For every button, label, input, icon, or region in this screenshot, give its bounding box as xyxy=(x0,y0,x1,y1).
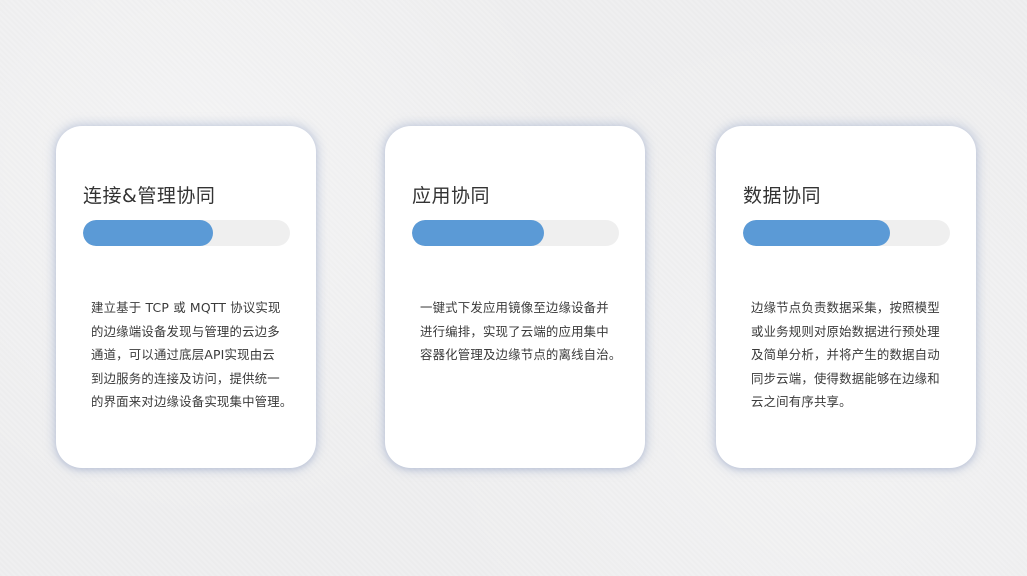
card-description: 建立基于 TCP 或 MQTT 协议实现 的边缘端设备发现与管理的云边多 通道，… xyxy=(91,296,296,414)
card-application: 应用协同 一键式下发应用镜像至边缘设备并 进行编排，实现了云端的应用集中 容器化… xyxy=(385,126,645,468)
progress-bar xyxy=(743,220,950,246)
progress-bar xyxy=(83,220,290,246)
description-line: 的边缘端设备发现与管理的云边多 xyxy=(91,323,280,339)
progress-fill xyxy=(743,220,890,246)
description-line: 或业务规则对原始数据进行预处理 xyxy=(751,323,940,339)
description-line: 通道，可以通过底层API实现由云 xyxy=(91,347,275,362)
description-line: 及简单分析，并将产生的数据自动 xyxy=(751,347,940,362)
card-title: 数据协同 xyxy=(743,185,822,207)
description-line: 容器化管理及边缘节点的离线自治。 xyxy=(420,347,622,362)
description-line: 进行编排，实现了云端的应用集中 xyxy=(420,323,609,339)
progress-fill xyxy=(83,220,214,246)
card-connection-management: 连接&管理协同 建立基于 TCP 或 MQTT 协议实现 的边缘端设备发现与管理… xyxy=(56,126,316,468)
description-line: 同步云端，使得数据能够在边缘和 xyxy=(751,370,940,386)
progress-bar xyxy=(412,220,619,246)
description-line: 建立基于 TCP 或 MQTT 协议实现 xyxy=(91,300,281,315)
card-description: 一键式下发应用镜像至边缘设备并 进行编排，实现了云端的应用集中 容器化管理及边缘… xyxy=(420,296,625,367)
progress-fill xyxy=(412,220,545,246)
description-line: 边缘节点负责数据采集，按照模型 xyxy=(751,300,940,315)
card-title: 连接&管理协同 xyxy=(83,185,216,207)
description-line: 一键式下发应用镜像至边缘设备并 xyxy=(420,300,609,315)
description-line: 到边服务的连接及访问，提供统一 xyxy=(91,370,280,386)
description-line: 云之间有序共享。 xyxy=(751,394,852,409)
description-line: 的界面来对边缘设备实现集中管理。 xyxy=(91,394,293,409)
card-data: 数据协同 边缘节点负责数据采集，按照模型 或业务规则对原始数据进行预处理 及简单… xyxy=(716,126,976,468)
card-title: 应用协同 xyxy=(412,185,491,207)
card-description: 边缘节点负责数据采集，按照模型 或业务规则对原始数据进行预处理 及简单分析，并将… xyxy=(751,296,956,414)
